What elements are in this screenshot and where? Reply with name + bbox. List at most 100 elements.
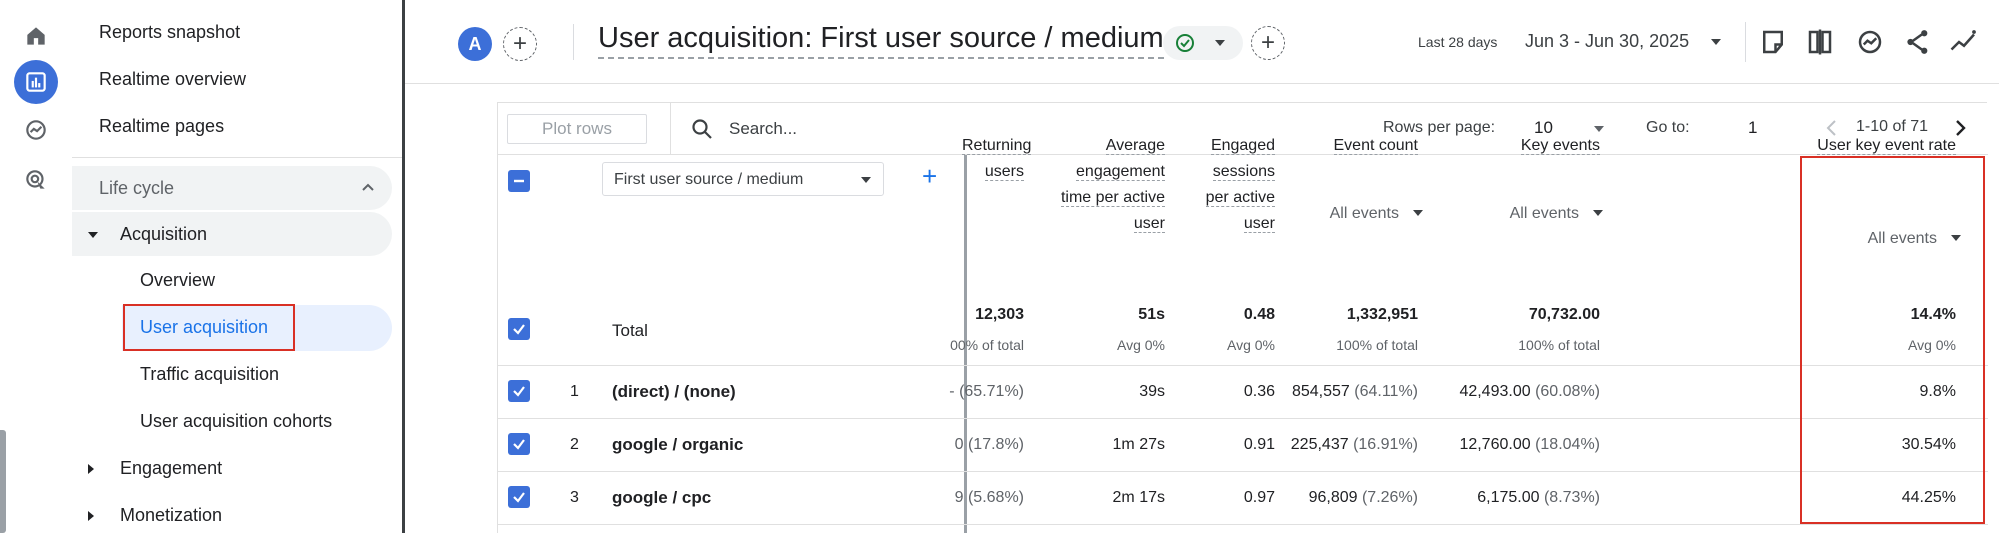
- check-circle-icon: [1176, 34, 1194, 52]
- row-number: 2: [570, 436, 579, 453]
- total-value-returning-users: 12,303: [975, 306, 1024, 323]
- insights-icon[interactable]: [1855, 27, 1885, 57]
- date-range-picker[interactable]: Jun 3 - Jun 30, 2025: [1525, 31, 1689, 52]
- caret-down-icon: [1413, 210, 1423, 216]
- caret-down-icon[interactable]: [1711, 39, 1721, 45]
- row-avg-engagement: 2m 17s: [1112, 489, 1165, 506]
- row-checkbox[interactable]: [508, 380, 530, 402]
- nav-realtime-pages[interactable]: Realtime pages: [99, 116, 224, 137]
- key-events-filter[interactable]: All events: [1458, 205, 1603, 223]
- total-sub-key-events: 100% of total: [1518, 337, 1600, 353]
- go-to-input[interactable]: 1: [1748, 118, 1757, 138]
- header-divider: [573, 24, 574, 60]
- add-filter-button[interactable]: +: [1251, 26, 1285, 60]
- plus-icon: +: [1260, 29, 1275, 56]
- chevron-up-icon: [362, 183, 374, 191]
- reports-icon[interactable]: [14, 60, 58, 104]
- row-dimension-value[interactable]: (direct) / (none): [612, 382, 736, 402]
- caret-down-icon: [1215, 40, 1225, 46]
- row-key-events: 12,760.00 (18.04%): [1459, 436, 1600, 453]
- total-row-checkbox[interactable]: [508, 318, 530, 340]
- nav-user-acquisition[interactable]: User acquisition: [140, 317, 268, 338]
- compare-icon[interactable]: [1805, 27, 1835, 57]
- total-value-engaged-sessions: 0.48: [1243, 306, 1275, 323]
- check-icon: [513, 324, 525, 335]
- row-returning-users: 0 (17.8%): [954, 436, 1024, 453]
- column-header-avg-engagement-time[interactable]: Average engagement time per active user: [1053, 133, 1165, 237]
- nav-acquisition-overview[interactable]: Overview: [140, 270, 215, 291]
- column-header-key-events[interactable]: Key events: [1458, 133, 1600, 159]
- column-header-event-count[interactable]: Event count: [1278, 133, 1418, 159]
- total-sub-event-count: 100% of total: [1336, 337, 1418, 353]
- dimension-select[interactable]: First user source / medium: [602, 162, 884, 196]
- report-header: A + User acquisition: First user source …: [405, 0, 1999, 84]
- row-avg-engagement: 39s: [1139, 383, 1165, 400]
- explore-icon[interactable]: [14, 108, 58, 152]
- caret-right-icon: [88, 511, 94, 521]
- row-key-events: 6,175.00 (8.73%): [1477, 489, 1600, 506]
- data-quality-button[interactable]: [1163, 26, 1243, 60]
- column-header-engaged-sessions[interactable]: Engaged sessions per active user: [1195, 133, 1275, 237]
- page-title: User acquisition: First user source / me…: [598, 22, 1164, 59]
- caret-right-icon: [88, 464, 94, 474]
- plot-rows-button[interactable]: Plot rows: [507, 114, 647, 144]
- row-checkbox[interactable]: [508, 486, 530, 508]
- minus-icon: [514, 179, 524, 183]
- row-returning-users: - (65.71%): [949, 383, 1024, 400]
- caret-down-icon[interactable]: [1594, 126, 1604, 132]
- row-number: 1: [570, 383, 579, 400]
- date-preset-label: Last 28 days: [1418, 34, 1498, 50]
- toolbar-divider: [670, 103, 671, 155]
- row-dimension-value[interactable]: google / cpc: [612, 488, 711, 508]
- plus-icon: +: [512, 30, 527, 57]
- total-label: Total: [612, 321, 648, 340]
- nav-engagement[interactable]: Engagement: [120, 458, 222, 479]
- nav-section-acquisition[interactable]: Acquisition: [72, 212, 392, 256]
- row-dimension-value[interactable]: google / organic: [612, 435, 743, 455]
- anomaly-icon[interactable]: [1949, 27, 1979, 57]
- row-event-count: 854,557 (64.11%): [1291, 383, 1418, 400]
- total-sub-returning-users: 00% of total: [950, 337, 1024, 353]
- row-divider: [498, 471, 1988, 472]
- icon-rail: [0, 0, 72, 533]
- share-icon[interactable]: [1903, 27, 1933, 57]
- nav-acquisition-label: Acquisition: [120, 224, 208, 244]
- caret-down-icon: [88, 232, 98, 238]
- row-divider: [498, 418, 1988, 419]
- total-sub-avg-engagement: Avg 0%: [1117, 337, 1165, 353]
- search-icon: [692, 119, 712, 139]
- nav-reports-snapshot[interactable]: Reports snapshot: [99, 22, 240, 43]
- row-avg-engagement: 1m 27s: [1112, 436, 1165, 453]
- nav-section-lifecycle[interactable]: Life cycle: [72, 166, 392, 210]
- total-sub-engaged-sessions: Avg 0%: [1227, 337, 1275, 353]
- total-value-avg-engagement: 51s: [1138, 306, 1165, 323]
- check-icon: [513, 492, 525, 503]
- comparison-avatar[interactable]: A: [458, 27, 492, 61]
- nav-realtime-overview[interactable]: Realtime overview: [99, 69, 246, 90]
- row-event-count: 96,809 (7.26%): [1308, 489, 1418, 506]
- event-count-filter[interactable]: All events: [1278, 205, 1423, 223]
- check-icon: [513, 439, 525, 450]
- row-checkbox[interactable]: [508, 433, 530, 455]
- caret-down-icon: [861, 177, 871, 183]
- rail-scrollbar[interactable]: [0, 430, 6, 533]
- plus-icon: +: [922, 161, 938, 191]
- nav-traffic-acquisition[interactable]: Traffic acquisition: [140, 364, 279, 385]
- nav-user-acquisition-cohorts[interactable]: User acquisition cohorts: [140, 411, 332, 432]
- nav-monetization[interactable]: Monetization: [120, 505, 222, 526]
- highlight-box-column: [1800, 156, 1985, 524]
- report-nav: Reports snapshot Realtime overview Realt…: [72, 0, 405, 533]
- row-divider: [498, 365, 1988, 366]
- column-header-returning-users[interactable]: Returning users: [962, 133, 1032, 185]
- dimension-select-label: First user source / medium: [614, 171, 804, 188]
- caret-down-icon: [1593, 210, 1603, 216]
- home-icon[interactable]: [14, 14, 58, 58]
- select-all-checkbox[interactable]: [508, 170, 530, 192]
- add-comparison-button[interactable]: +: [503, 27, 537, 61]
- advertising-icon[interactable]: [14, 158, 58, 202]
- header-divider: [1745, 22, 1746, 62]
- nav-lifecycle-label: Life cycle: [99, 178, 175, 198]
- total-value-key-events: 70,732.00: [1528, 306, 1600, 323]
- insights-note-icon[interactable]: [1758, 27, 1788, 57]
- add-dimension-button[interactable]: +: [922, 163, 937, 189]
